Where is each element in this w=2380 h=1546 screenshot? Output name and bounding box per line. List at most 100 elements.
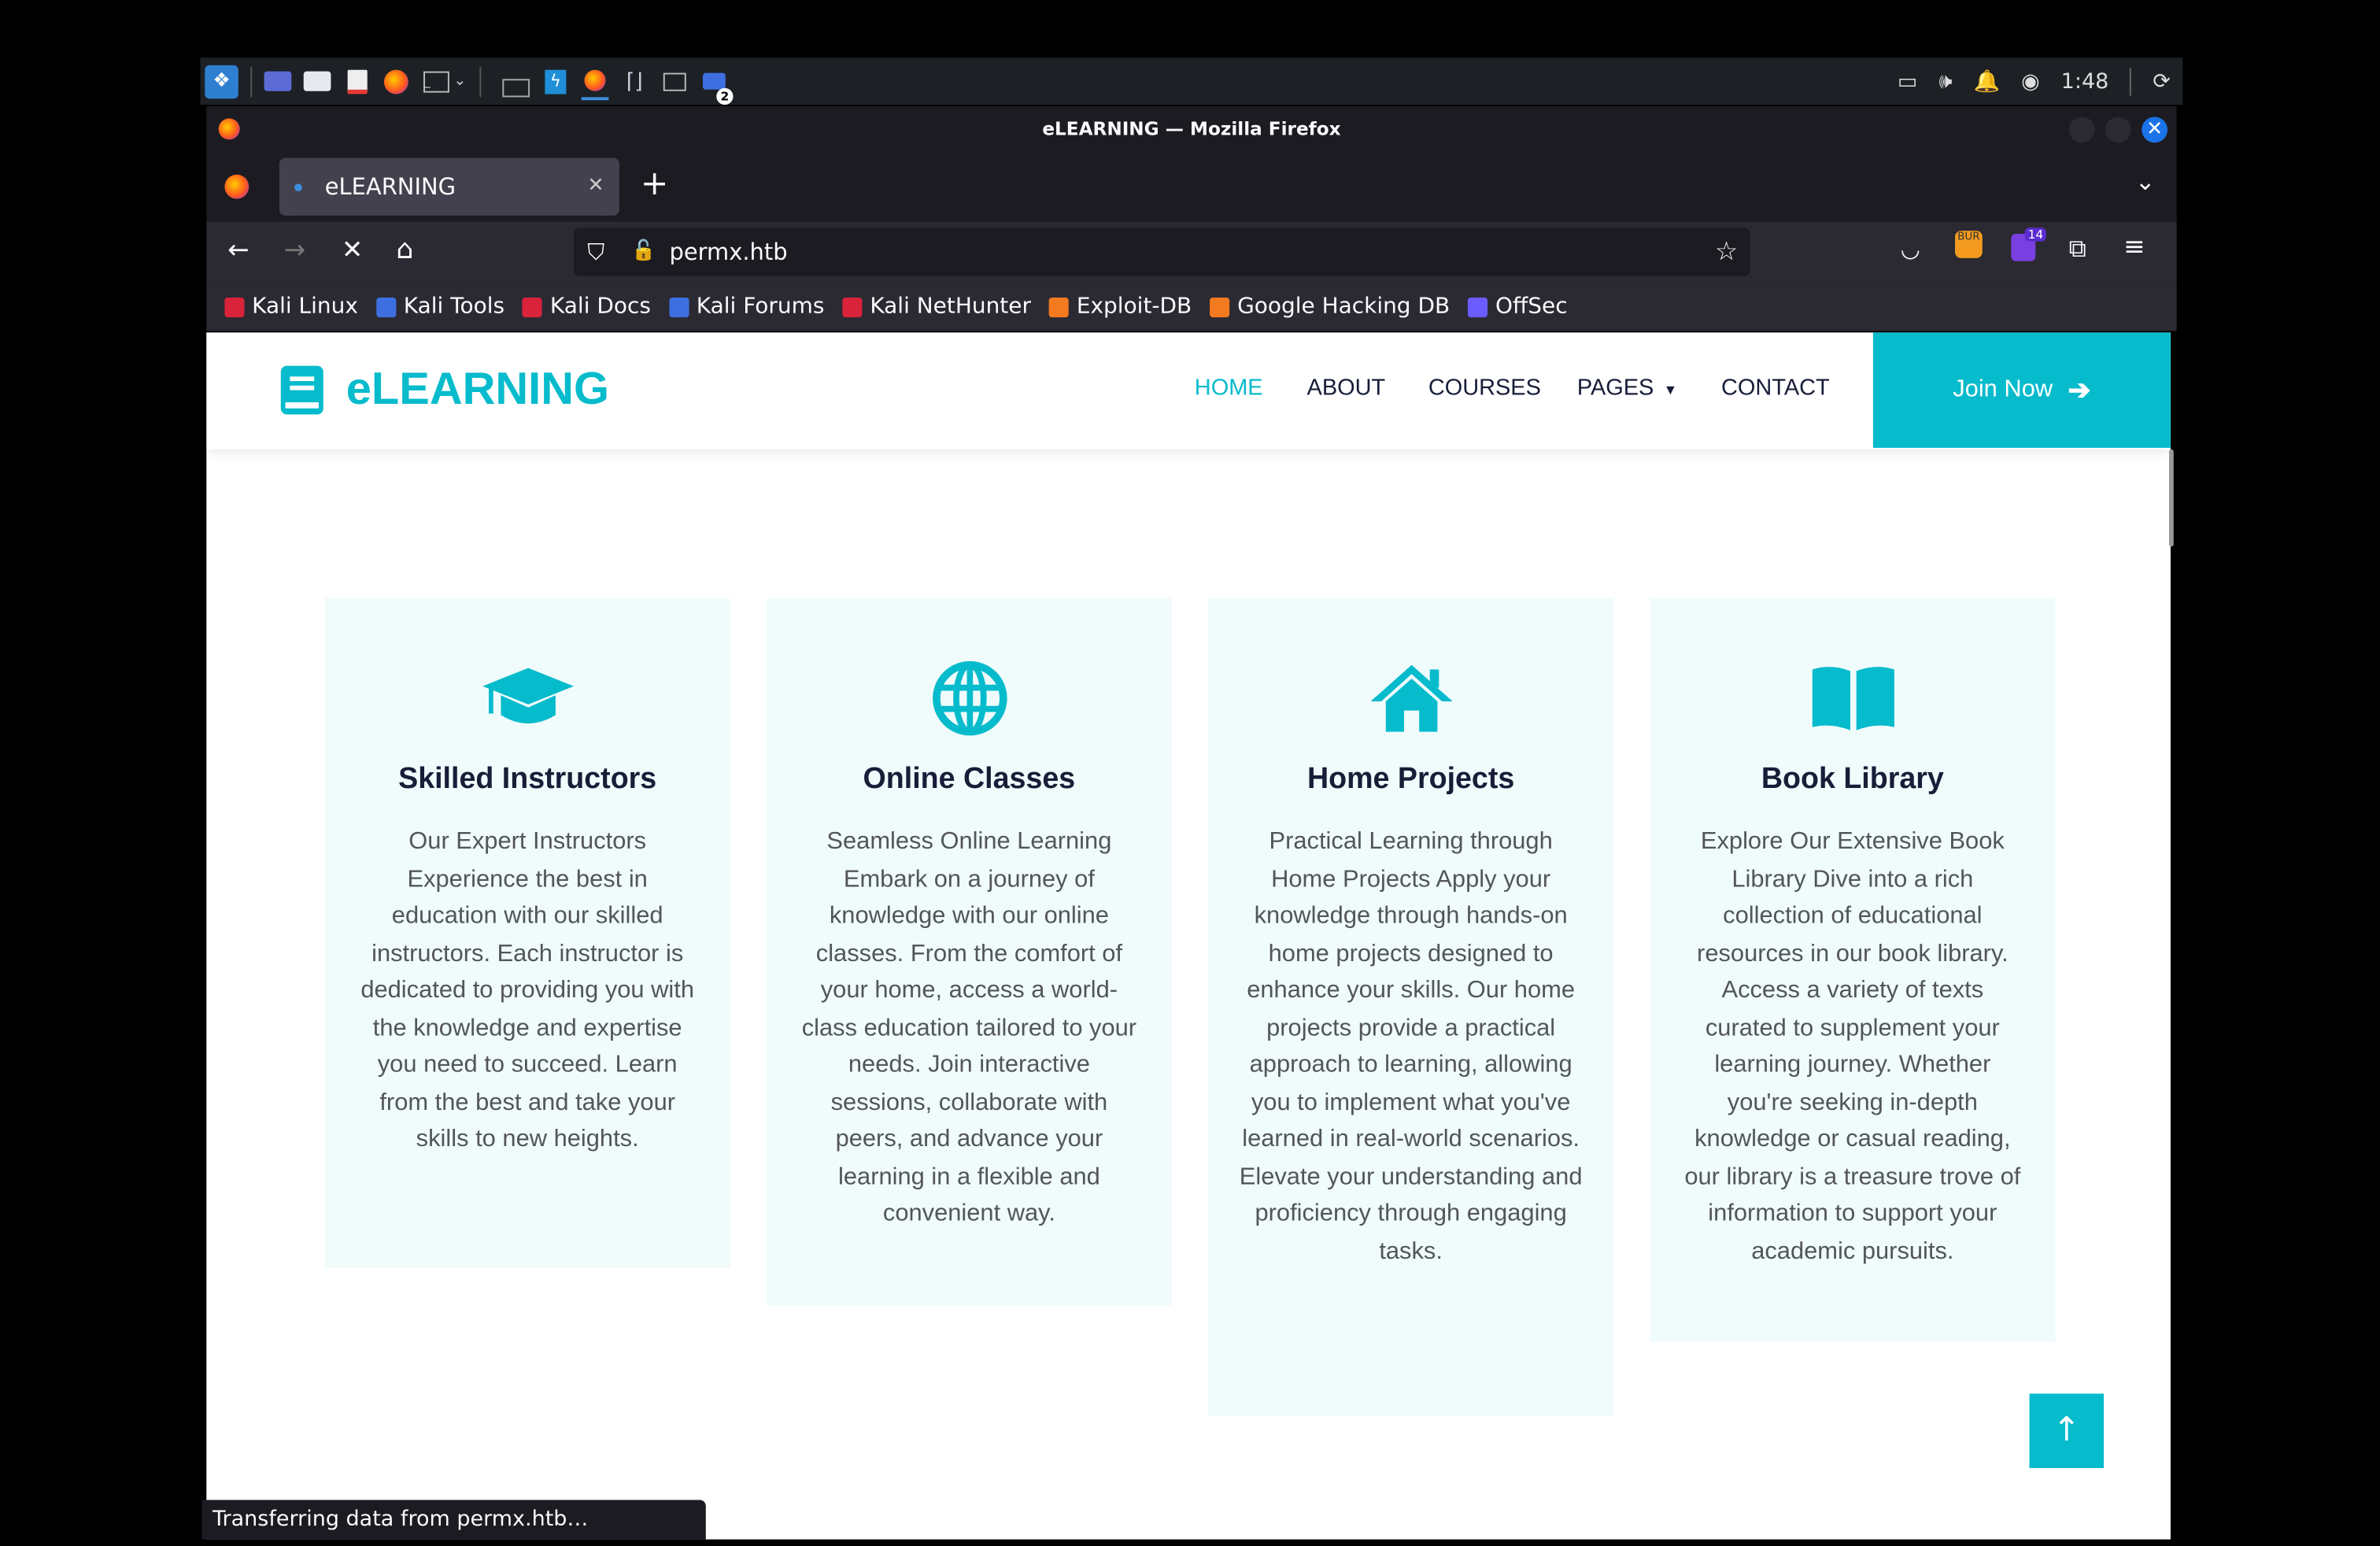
- stop-button[interactable]: ✕: [342, 235, 363, 266]
- bookmark-item[interactable]: Exploit-DB: [1049, 294, 1192, 319]
- card-title: Skilled Instructors: [398, 762, 657, 796]
- network-icon[interactable]: ◉: [2021, 69, 2040, 94]
- burp-app-icon[interactable]: ϟ: [542, 68, 570, 95]
- bookmark-label: Kali Docs: [549, 294, 651, 320]
- globe-icon: [797, 659, 1142, 738]
- taskbar-separator: [250, 65, 253, 97]
- status-panel: Transferring data from permx.htb…: [201, 1500, 706, 1540]
- new-tab-button[interactable]: +: [641, 165, 669, 203]
- bookmark-label: Kali Linux: [252, 294, 358, 320]
- nav-pages-label: PAGES: [1576, 375, 1654, 401]
- bookmark-item[interactable]: Kali Forums: [669, 294, 824, 319]
- tab-elearning[interactable]: eLEARNING ✕: [279, 157, 619, 216]
- volume-icon[interactable]: 🕪: [1938, 69, 1952, 94]
- bookmark-item[interactable]: Kali Docs: [523, 294, 651, 319]
- join-now-label: Join Now: [1953, 376, 2053, 403]
- terminal-window-icon[interactable]: [660, 68, 688, 95]
- bookmark-star-icon[interactable]: ☆: [1715, 227, 1738, 276]
- url-text[interactable]: permx.htb: [670, 227, 788, 276]
- page-scrollbar[interactable]: [2168, 449, 2174, 547]
- home-icon: [1239, 659, 1584, 738]
- arrow-right-icon: ➔: [2068, 374, 2091, 405]
- nav-contact[interactable]: CONTACT: [1721, 375, 1830, 401]
- bookmark-item[interactable]: Kali Linux: [224, 294, 358, 320]
- window-titlebar: eLEARNING — Mozilla Firefox: [206, 106, 2177, 152]
- nav-pages[interactable]: PAGES ▾: [1577, 375, 1675, 401]
- forward-button[interactable]: →: [284, 235, 305, 266]
- desktop-icon[interactable]: [264, 68, 292, 95]
- join-now-button[interactable]: Join Now ➔: [1872, 332, 2171, 448]
- bookmark-favicon-icon: [1468, 297, 1488, 317]
- bookmark-item[interactable]: Google Hacking DB: [1210, 294, 1450, 319]
- firefox-view-icon[interactable]: [224, 174, 249, 199]
- nav-courses[interactable]: COURSES: [1428, 375, 1541, 401]
- card-text: Seamless Online Learning Embark on a jou…: [801, 829, 1137, 1227]
- bookmark-favicon-icon: [1210, 297, 1230, 317]
- bookmark-item[interactable]: OffSec: [1468, 294, 1568, 320]
- bookmark-label: Google Hacking DB: [1237, 294, 1451, 320]
- bookmark-label: Exploit-DB: [1076, 294, 1192, 320]
- book-logo-icon: [280, 365, 323, 415]
- back-button[interactable]: ←: [227, 235, 249, 266]
- power-icon[interactable]: ⟳: [2153, 69, 2171, 94]
- clock[interactable]: 1:48: [2061, 69, 2109, 94]
- nav-about[interactable]: ABOUT: [1307, 375, 1386, 401]
- bookmark-item[interactable]: Kali Tools: [376, 294, 504, 319]
- feature-card-instructors: Skilled Instructors Our Expert Instructo…: [324, 597, 730, 1268]
- lock-icon[interactable]: 🔓: [631, 227, 656, 276]
- bookmark-favicon-icon: [523, 297, 543, 317]
- feature-card-projects: Home Projects Practical Learning through…: [1208, 597, 1614, 1417]
- extensions-puzzle-icon[interactable]: ⧉: [2069, 234, 2086, 264]
- window-title: eLEARNING — Mozilla Firefox: [1042, 118, 1341, 140]
- bookmark-label: OffSec: [1495, 294, 1568, 320]
- maximize-button[interactable]: [2105, 117, 2131, 143]
- bookmark-favicon-icon: [669, 297, 689, 317]
- bell-icon[interactable]: 🔔: [1973, 69, 2000, 94]
- file-manager-icon[interactable]: [303, 68, 331, 95]
- notes-icon[interactable]: 2: [700, 68, 734, 105]
- app-menu-icon[interactable]: ≡: [2123, 232, 2145, 263]
- bookmark-label: Kali Tools: [403, 294, 505, 320]
- taskbar: ❖ _ ⌄ ϟ ⌈⌋ 2 ▭ 🕪 🔔 ◉ 1:48 ⟳: [200, 57, 2183, 105]
- firefox-window-icon[interactable]: [581, 63, 609, 100]
- system-tray: ▭ 🕪 🔔 ◉ 1:48 ⟳: [1898, 57, 2171, 105]
- page-viewport: eLEARNING HOME ABOUT COURSES PAGES ▾ CON…: [206, 332, 2171, 1540]
- monitor-icon[interactable]: ▭: [1898, 69, 1918, 94]
- pocket-icon[interactable]: ◡: [1901, 235, 1920, 263]
- close-window-button[interactable]: ✕: [2142, 117, 2168, 143]
- tray-separator: [2130, 67, 2132, 95]
- kali-menu-icon[interactable]: ❖: [205, 64, 238, 98]
- nav-home[interactable]: HOME: [1195, 375, 1263, 401]
- url-bar[interactable]: ⛉ 🔓 permx.htb ☆: [574, 227, 1750, 277]
- bracket-app-icon[interactable]: ⌈⌋: [621, 68, 649, 95]
- feature-card-online: Online Classes Seamless Online Learning …: [766, 597, 1172, 1306]
- workspace-icon[interactable]: [502, 68, 530, 97]
- back-to-top-button[interactable]: ↑: [2029, 1393, 2105, 1468]
- bookmarks-toolbar: Kali Linux Kali Tools Kali Docs Kali Forums…: [206, 282, 2177, 331]
- card-text: Our Expert Instructors Experience the be…: [360, 829, 695, 1152]
- bookmark-favicon-icon: [1049, 297, 1070, 317]
- bookmark-item[interactable]: Kali NetHunter: [842, 294, 1031, 319]
- bookmark-favicon-icon: [376, 297, 397, 317]
- taskbar-badge: 2: [716, 87, 734, 105]
- arrow-up-icon: ↑: [2053, 1411, 2081, 1450]
- chevron-down-icon[interactable]: ⌄: [453, 68, 468, 95]
- burp-extension-icon[interactable]: BUR: [1955, 231, 1983, 258]
- chevron-down-icon: ▾: [1666, 381, 1675, 400]
- terminal-icon[interactable]: _: [422, 68, 449, 95]
- card-text: Practical Learning through Home Projects…: [1239, 829, 1583, 1264]
- text-editor-icon[interactable]: [343, 68, 371, 95]
- firefox-logo-icon: [218, 118, 240, 140]
- desktop-screen: ❖ _ ⌄ ϟ ⌈⌋ 2 ▭ 🕪 🔔 ◉ 1:48 ⟳ eLEARNING — …: [0, 0, 2380, 1546]
- firefox-launcher-icon[interactable]: [382, 68, 410, 95]
- list-all-tabs-icon[interactable]: ⌄: [2135, 167, 2156, 196]
- bookmark-favicon-icon: [842, 297, 863, 317]
- tracking-shield-icon[interactable]: ⛉: [587, 227, 604, 276]
- book-open-icon: [1680, 659, 2025, 738]
- taskbar-separator-2: [479, 65, 482, 97]
- close-tab-icon[interactable]: ✕: [588, 158, 604, 216]
- site-brand[interactable]: eLEARNING: [279, 360, 609, 420]
- bookmark-label: Kali Forums: [696, 294, 825, 320]
- home-button[interactable]: ⌂: [396, 234, 413, 266]
- minimize-button[interactable]: [2068, 117, 2095, 143]
